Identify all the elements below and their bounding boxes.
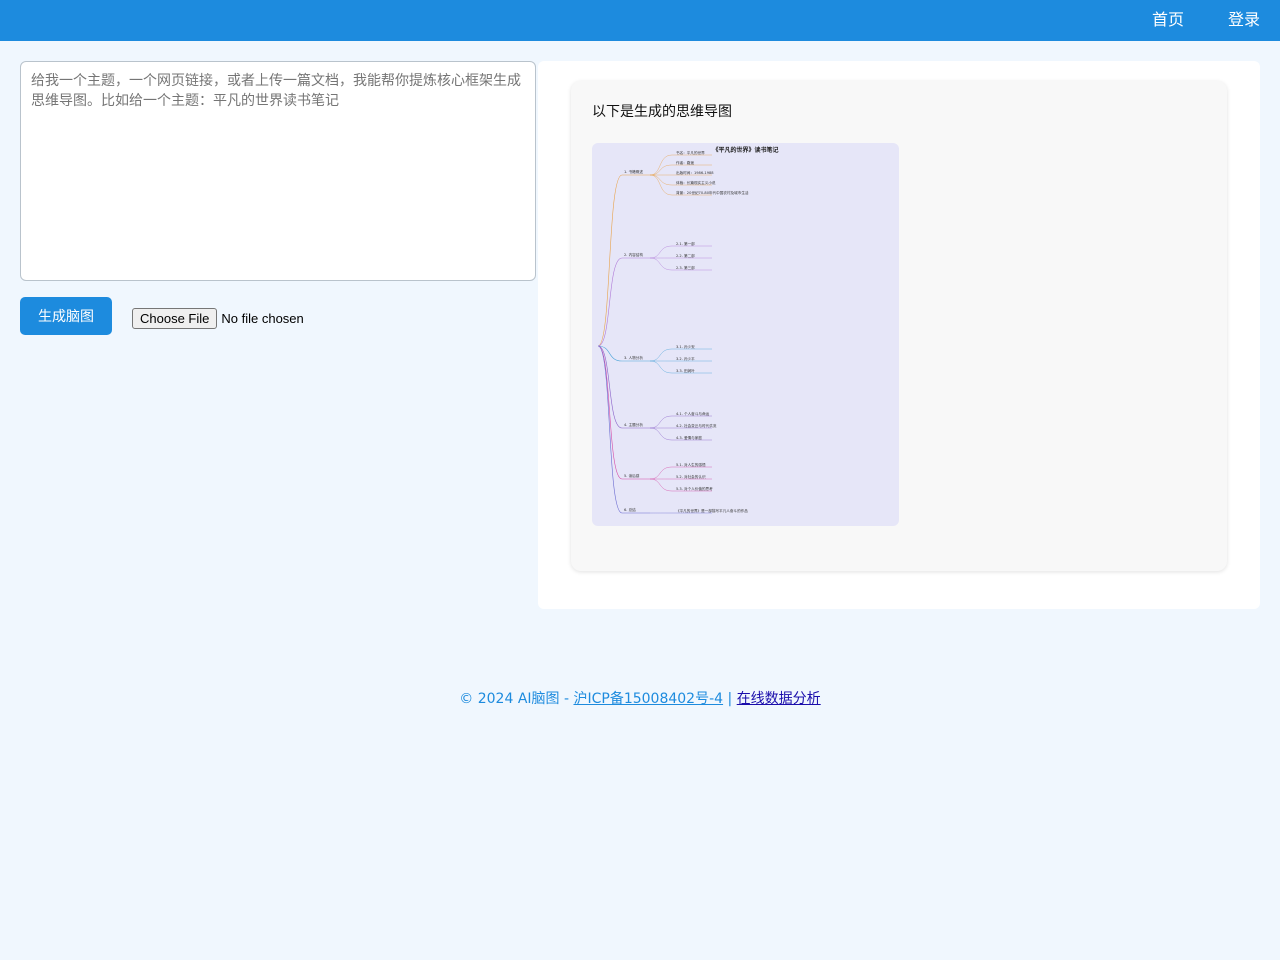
file-status-text: No file chosen (221, 310, 304, 326)
footer-copyright: © 2024 AI脑图 - (459, 691, 574, 707)
data-analysis-link[interactable]: 在线数据分析 (737, 691, 821, 707)
mindmap-branch: 2. 内容结构 (624, 253, 643, 257)
mindmap-child: 体裁：长篇现实主义小说 (676, 180, 716, 185)
mindmap-branch-connector (597, 174, 650, 347)
mindmap-child: 3.2. 孙少平 (676, 356, 695, 361)
mindmap-child: 3.1. 孙少安 (676, 344, 695, 349)
mindmap-branch-connector (597, 345, 650, 480)
top-navbar: 首页 登录 (0, 0, 1280, 41)
mindmap-branch: 5. 读后感 (624, 474, 640, 478)
mindmap-child: 2.3. 第三部 (676, 265, 695, 270)
mindmap-child: 2.1. 第一部 (676, 241, 695, 246)
file-upload: Choose File No file chosen (132, 307, 304, 329)
mindmap-child: 5.2. 对社会的认识 (676, 474, 706, 479)
mindmap-child: 4.2. 社会变迁与时代洪流 (676, 423, 717, 428)
nav-home-link[interactable]: 首页 (1152, 0, 1184, 41)
topic-input[interactable] (20, 61, 536, 281)
mindmap-child: 3.3. 田润叶 (676, 368, 695, 373)
result-panel: 以下是生成的思维导图 《平凡的世界》读书笔记 1. 书籍概述 书名：平凡的世界 作者… (538, 61, 1260, 609)
mindmap-child: 书名：平凡的世界 (676, 150, 705, 155)
mindmap-branch-connector (597, 257, 650, 347)
nav-login-link[interactable]: 登录 (1228, 0, 1260, 41)
mindmap-child: 4.1. 个人奋斗与命运 (676, 411, 710, 416)
mindmap-connectors (597, 154, 712, 514)
choose-file-button[interactable]: Choose File (132, 307, 218, 329)
icp-link[interactable]: 沪ICP备15008402号-4 (573, 691, 723, 707)
mindmap-child: 作者：路遥 (676, 160, 694, 165)
mindmap-branch: 1. 书籍概述 (624, 170, 643, 174)
mindmap-child: 《平凡的世界》是一部描写平凡人奋斗的作品 (676, 508, 748, 513)
mindmap-child: 背景：20世纪70-80年代中国农村及城市生活 (676, 190, 749, 195)
mindmap-image[interactable]: 《平凡的世界》读书笔记 1. 书籍概述 书名：平凡的世界 作者：路遥出版时间：198… (592, 143, 899, 526)
mindmap-branch: 3. 人物分析 (624, 356, 643, 360)
result-card: 以下是生成的思维导图 《平凡的世界》读书笔记 1. 书籍概述 书名：平凡的世界 作者… (571, 81, 1227, 571)
mindmap-child: 5.3. 对个人价值的思考 (676, 486, 713, 491)
mindmap-branch: 6. 总结 (624, 508, 636, 512)
mindmap-child: 2.2. 第二部 (676, 253, 695, 258)
mindmap-root: 《平凡的世界》读书笔记 (712, 147, 779, 154)
mindmap-child: 出版时间：1986-1988 (676, 170, 714, 175)
generate-mindmap-button[interactable]: 生成脑图 (20, 297, 112, 335)
footer-separator: | (723, 691, 737, 707)
footer: © 2024 AI脑图 - 沪ICP备15008402号-4 | 在线数据分析 (0, 689, 1280, 709)
mindmap-child: 4.3. 爱情与家庭 (676, 435, 702, 440)
mindmap-branch: 4. 主题分析 (624, 423, 643, 427)
mindmap-child: 5.1. 对人生的感悟 (676, 462, 706, 467)
result-title: 以下是生成的思维导图 (592, 104, 732, 120)
